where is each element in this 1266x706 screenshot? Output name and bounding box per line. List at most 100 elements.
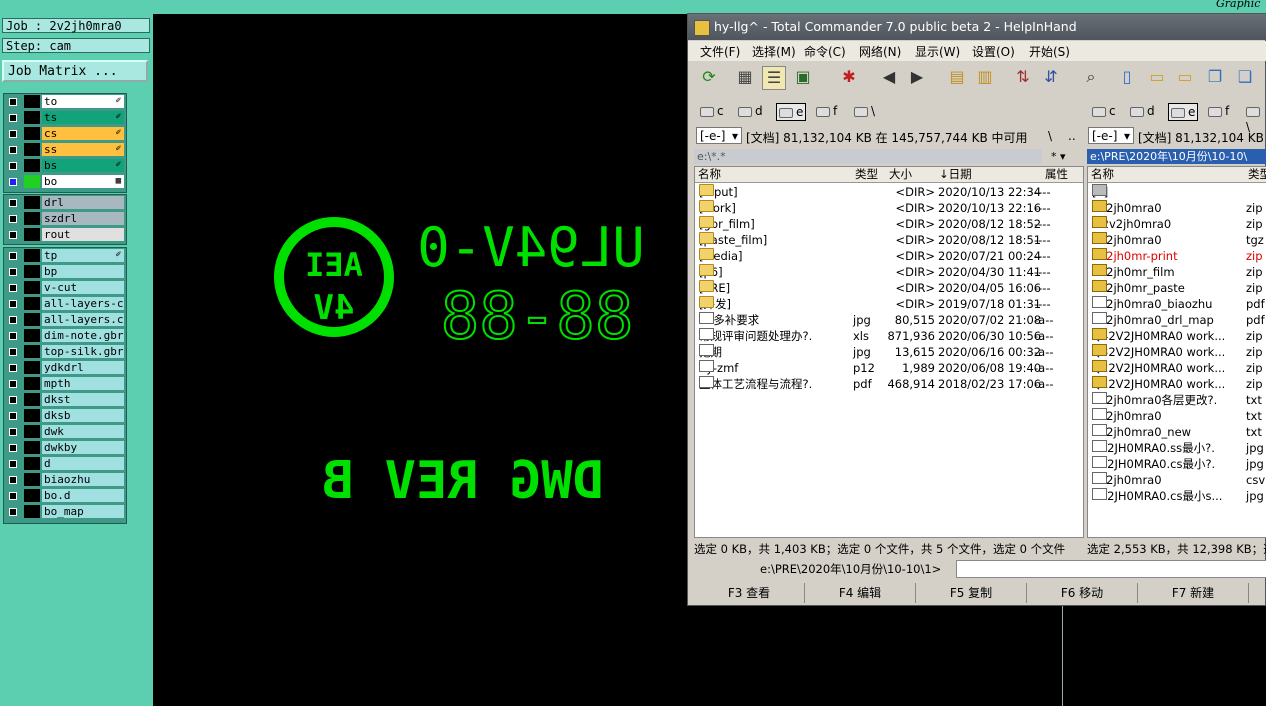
right-file-row[interactable]: 2V2JH0MRA0.ss最小?. jpg [1088, 440, 1266, 456]
right-file-row[interactable]: 2v2jh0mr_paste zip [1088, 280, 1266, 296]
layer-checkbox[interactable] [9, 412, 17, 420]
layer-checkbox[interactable] [9, 178, 17, 186]
layer-checkbox[interactable] [9, 348, 17, 356]
layer-row-all-layers.c[interactable]: all-layers.c [4, 312, 126, 328]
unpack-icon[interactable]: ▥ [974, 66, 996, 88]
layer-checkbox[interactable] [9, 231, 17, 239]
left-file-row[interactable]: [p6] <DIR>2020/04/30 11:41---- [695, 264, 1083, 280]
total-commander-window[interactable]: hy-llg^ - Total Commander 7.0 public bet… [687, 13, 1266, 606]
menu-item-4[interactable]: 显示(W) [915, 43, 960, 60]
left-col-2[interactable]: 大小 [889, 167, 912, 182]
layer-name[interactable]: bo_map [42, 505, 124, 518]
left-drive-1[interactable]: d [738, 103, 763, 119]
layer-name[interactable]: cs ✐ [42, 127, 124, 140]
find-icon[interactable]: ⌕ [1080, 66, 1102, 88]
copy-icon[interactable]: ❐ [1204, 66, 1226, 88]
layer-checkbox[interactable] [9, 508, 17, 516]
layer-checkbox[interactable] [9, 396, 17, 404]
ftp-icon[interactable]: ⇅ [1012, 66, 1034, 88]
move-icon[interactable]: ❑ [1234, 66, 1256, 88]
file-filter-icon[interactable]: ✱ [838, 66, 860, 88]
layer-name[interactable]: ts ✐ [42, 111, 124, 124]
right-path-bar[interactable]: e:\PRE\2020年\10月份\10-10\ [1087, 149, 1266, 164]
layer-name[interactable]: ydkdrl [42, 361, 124, 374]
layer-row-dkst[interactable]: dkst [4, 392, 126, 408]
layer-row-biaozhu[interactable]: biaozhu [4, 472, 126, 488]
menu-item-2[interactable]: 命令(C) [804, 43, 846, 60]
right-file-row[interactable]: 2v2jh0mra0 tgz [1088, 232, 1266, 248]
layer-checkbox[interactable] [9, 364, 17, 372]
back-icon[interactable]: ◀ [878, 66, 900, 88]
right-file-row[interactable]: 2v2jh0mra0 zip [1088, 200, 1266, 216]
right-file-row[interactable]: 2v2jh0mra0 txt [1088, 408, 1266, 424]
right-file-row[interactable]: 2V2JH0MRA0.cs最小?. jpg [1088, 456, 1266, 472]
layer-checkbox[interactable] [9, 114, 17, 122]
left-file-row[interactable]: 拖期 jpg 13,6152020/06/16 00:32-a-- [695, 344, 1083, 360]
detailed-view-icon[interactable]: ☰ [762, 66, 786, 90]
left-col-4[interactable]: 属性 [1045, 167, 1068, 182]
layer-checkbox[interactable] [9, 146, 17, 154]
left-col-1[interactable]: 类型 [855, 167, 878, 182]
layer-row-ss[interactable]: ss ✐ [4, 142, 126, 158]
left-file-row[interactable]: hy-zmf p12 1,989 2020/06/08 19:40 -a-- [695, 360, 1083, 376]
fkey-6[interactable]: F6 移动 [1027, 583, 1138, 603]
layer-name[interactable]: bo ▦ [42, 175, 124, 188]
right-file-row[interactable]: 2v2jh0mr-print zip [1088, 248, 1266, 264]
layer-checkbox[interactable] [9, 332, 17, 340]
command-line-input[interactable] [956, 560, 1266, 578]
layer-row-to[interactable]: to ✐ [4, 94, 126, 110]
layer-checkbox[interactable] [9, 162, 17, 170]
right-file-row[interactable]: 2v2jh0mra0_new txt [1088, 424, 1266, 440]
layer-checkbox[interactable] [9, 284, 17, 292]
right-file-row[interactable]: 2v2jh0mra0_drl_map pdf [1088, 312, 1266, 328]
refresh-icon[interactable]: ⟳ [698, 66, 720, 88]
layer-checkbox[interactable] [9, 316, 17, 324]
left-col-3[interactable]: ↓日期 [939, 167, 972, 182]
left-file-row[interactable]: [gbr_film] <DIR> 2020/08/12 18:52 ---- [695, 216, 1083, 232]
layer-name[interactable]: bs ✐ [42, 159, 124, 172]
right-file-row[interactable]: 2v2jh0mr_film zip [1088, 264, 1266, 280]
layer-row-bo[interactable]: bo ▦ [4, 174, 126, 190]
menu-item-3[interactable]: 网络(N) [859, 43, 901, 60]
layer-checkbox[interactable] [9, 98, 17, 106]
layer-row-dim-note.gbr[interactable]: dim-note.gbr [4, 328, 126, 344]
right-file-row[interactable]: Q22V2JH0MRA0 work... zip [1088, 360, 1266, 376]
pack-icon[interactable]: ▤ [946, 66, 968, 88]
job-matrix-button[interactable]: Job Matrix ... [2, 60, 148, 82]
layer-name[interactable]: szdrl [42, 212, 124, 225]
right-file-row[interactable]: Q42V2JH0MRA0 work... zip [1088, 328, 1266, 344]
right-drive-0[interactable]: c [1092, 103, 1116, 119]
layer-name[interactable]: mpth [42, 377, 124, 390]
layer-row-szdrl[interactable]: szdrl [4, 211, 126, 227]
layer-row-bs[interactable]: bs ✐ [4, 158, 126, 174]
layer-row-bo.d[interactable]: bo.d [4, 488, 126, 504]
layer-row-cs[interactable]: cs ✐ [4, 126, 126, 142]
layer-name[interactable]: tp ✐ [42, 249, 124, 262]
layer-checkbox[interactable] [9, 492, 17, 500]
layer-row-dksb[interactable]: dksb [4, 408, 126, 424]
layer-checkbox[interactable] [9, 199, 17, 207]
layer-name[interactable]: rout [42, 228, 124, 241]
brief-view-icon[interactable]: ▦ [734, 66, 756, 88]
layer-name[interactable]: dim-note.gbr [42, 329, 124, 342]
right-file-row[interactable]: Q32V2JH0MRA0 work... zip [1088, 344, 1266, 360]
left-file-row[interactable]: [input] <DIR> 2020/10/13 22:34 ---- [695, 184, 1083, 200]
left-parent-button[interactable]: .. [1068, 129, 1076, 143]
right-drive-2[interactable]: e [1168, 103, 1199, 121]
left-file-row[interactable]: 常规评审问题处理办?. xls 871,936 2020/06/30 10:56 -a-… [695, 328, 1083, 344]
layer-row-bo_map[interactable]: bo_map [4, 504, 126, 520]
menu-item-5[interactable]: 设置(O) [972, 43, 1015, 60]
left-file-list[interactable]: 名称 类型 大小 ↓日期 属性 [input] <DIR> 2020/10/13 22:34-… [694, 166, 1084, 538]
layer-name[interactable]: v-cut [42, 281, 124, 294]
notepad-icon[interactable]: ▯ [1116, 66, 1138, 88]
fkey-7[interactable]: F7 新建 [1138, 583, 1249, 603]
left-drive-select[interactable]: [-e-] ▾ [696, 127, 742, 144]
layer-row-all-layers-c[interactable]: all-layers-c [4, 296, 126, 312]
right-drive-select[interactable]: [-e-] ▾ [1088, 127, 1134, 144]
layer-row-dwk[interactable]: dwk [4, 424, 126, 440]
right-drive-3[interactable]: f [1208, 103, 1229, 119]
layer-name[interactable]: dkst [42, 393, 124, 406]
fkey-4[interactable]: F4 编辑 [805, 583, 916, 603]
right-file-row[interactable]: 2v2jh0mra0各层更改?. txt [1088, 392, 1266, 408]
layer-checkbox[interactable] [9, 460, 17, 468]
